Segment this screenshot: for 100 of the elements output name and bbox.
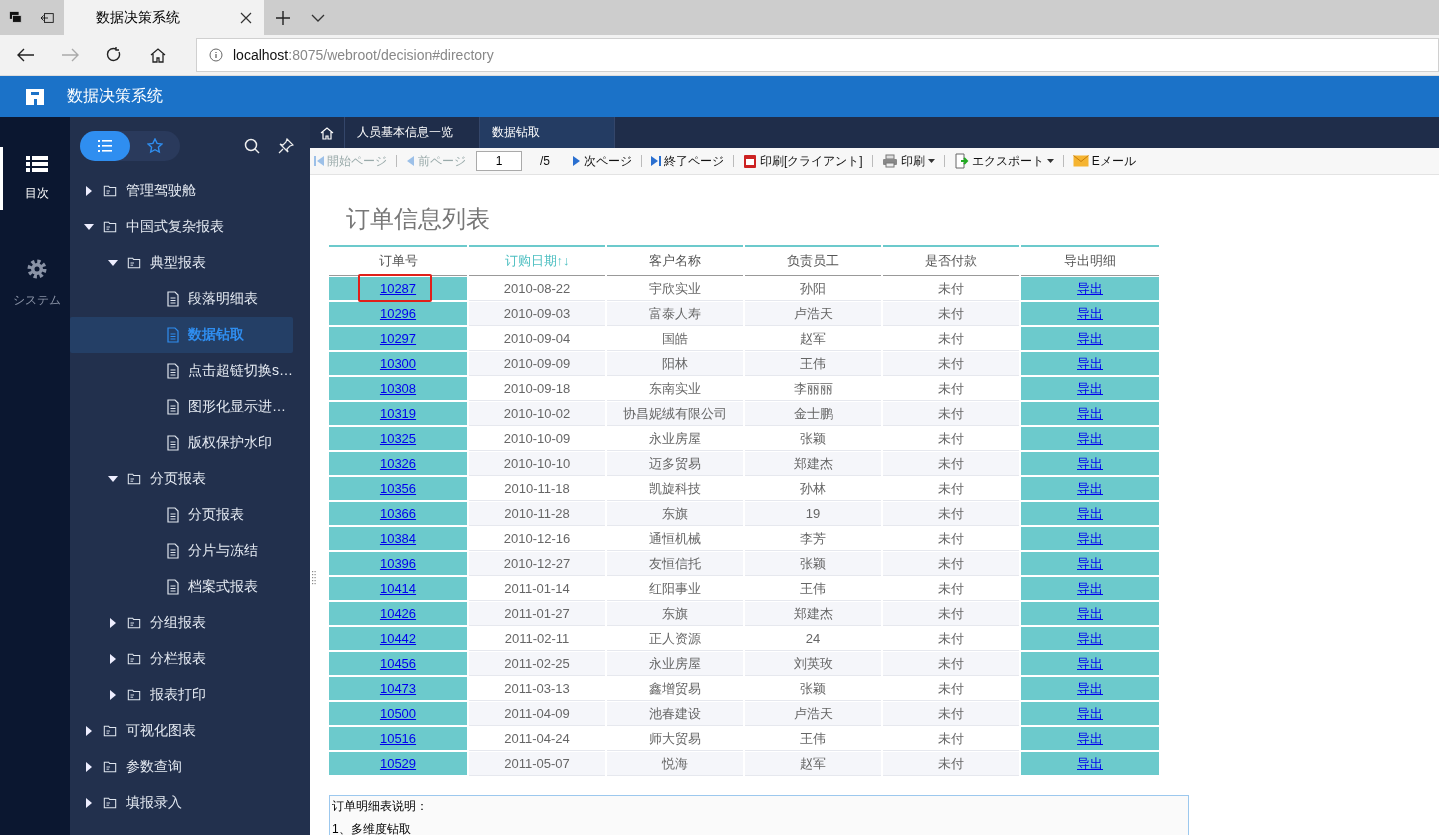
staff-cell: 孙阳 [745, 277, 881, 301]
caret-right-icon [108, 690, 118, 700]
staff-cell: 李芳 [745, 527, 881, 551]
tree-item[interactable]: 点击超链切换s… [70, 353, 293, 389]
order-link[interactable]: 10473 [379, 681, 417, 696]
export-link[interactable]: 导出 [1077, 404, 1103, 423]
tree-item[interactable]: 参数查询 [70, 749, 293, 785]
browser-tab[interactable]: 数据决策系统 [64, 0, 264, 35]
customer-cell: 池春建设 [607, 702, 743, 726]
export-link[interactable]: 导出 [1077, 529, 1103, 548]
toolbar-button[interactable]: 次ページ [570, 152, 634, 170]
folder-icon [102, 760, 118, 774]
order-link[interactable]: 10287 [379, 281, 417, 296]
date-cell: 2011-01-27 [469, 602, 605, 626]
export-link[interactable]: 导出 [1077, 554, 1103, 573]
customer-cell: 国皓 [607, 327, 743, 351]
order-link[interactable]: 10356 [379, 481, 417, 496]
export-link[interactable]: 导出 [1077, 679, 1103, 698]
payment-cell: 未付 [883, 477, 1019, 501]
export-link[interactable]: 导出 [1077, 504, 1103, 523]
order-link[interactable]: 10384 [379, 531, 417, 546]
toolbar-button[interactable]: Eメール [1070, 152, 1138, 170]
customer-cell: 东南实业 [607, 377, 743, 401]
export-link[interactable]: 导出 [1077, 429, 1103, 448]
order-link[interactable]: 10326 [379, 456, 417, 471]
export-link[interactable]: 导出 [1077, 304, 1103, 323]
toolbar-button[interactable]: 印刷[クライアント] [741, 152, 865, 170]
order-link[interactable]: 10296 [379, 306, 417, 321]
order-link[interactable]: 10319 [379, 406, 417, 421]
tree-item[interactable]: 报表打印 [70, 677, 293, 713]
order-link[interactable]: 10442 [379, 631, 417, 646]
order-link[interactable]: 10308 [379, 381, 417, 396]
export-link[interactable]: 导出 [1077, 479, 1103, 498]
tree-item[interactable]: 图形化显示进… [70, 389, 293, 425]
order-link[interactable]: 10366 [379, 506, 417, 521]
tree-item[interactable]: 段落明细表 [70, 281, 293, 317]
folder-icon [102, 184, 118, 198]
date-cell: 2010-10-10 [469, 452, 605, 476]
export-link[interactable]: 导出 [1077, 279, 1103, 298]
close-icon[interactable] [238, 11, 254, 24]
tree-item[interactable]: 典型报表 [70, 245, 293, 281]
export-link[interactable]: 导出 [1077, 704, 1103, 723]
customer-cell: 迈多贸易 [607, 452, 743, 476]
tree-item[interactable]: 分片与冻结 [70, 533, 293, 569]
order-link[interactable]: 10297 [379, 331, 417, 346]
export-link[interactable]: 导出 [1077, 754, 1103, 773]
export-link[interactable]: 导出 [1077, 354, 1103, 373]
resize-handle[interactable] [312, 571, 316, 585]
report-tab[interactable]: 数据钻取 [480, 117, 615, 148]
date-cell: 2010-09-18 [469, 377, 605, 401]
rail-item[interactable]: システム [0, 250, 70, 317]
last-page-icon [651, 155, 661, 167]
payment-cell: 未付 [883, 277, 1019, 301]
tree-item[interactable]: 管理驾驶舱 [70, 173, 293, 209]
document-icon [166, 363, 180, 379]
order-link[interactable]: 10414 [379, 581, 417, 596]
customer-cell: 东旗 [607, 602, 743, 626]
tree-item[interactable]: 分栏报表 [70, 641, 293, 677]
order-link[interactable]: 10456 [379, 656, 417, 671]
export-link[interactable]: 导出 [1077, 379, 1103, 398]
tree-item[interactable]: 分组报表 [70, 605, 293, 641]
address-field[interactable]: localhost:8075/webroot/decision#directory [196, 38, 1439, 72]
tree-item[interactable]: 填报录入 [70, 785, 293, 821]
tree-item[interactable]: 档案式报表 [70, 569, 293, 605]
page-number-field[interactable]: 1 [476, 151, 522, 171]
tree-item[interactable]: 分页报表 [70, 461, 293, 497]
tree-item[interactable]: 分页报表 [70, 497, 293, 533]
document-icon [166, 399, 180, 415]
export-link[interactable]: 导出 [1077, 579, 1103, 598]
export-link[interactable]: 导出 [1077, 654, 1103, 673]
app-title: 数据决策系统 [67, 86, 163, 106]
staff-cell: 郑建杰 [745, 602, 881, 626]
column-header: 客户名称 [607, 245, 743, 276]
tree-item[interactable]: 可视化图表 [70, 713, 293, 749]
caret-right-icon [84, 186, 94, 196]
staff-cell: 赵军 [745, 752, 881, 776]
customer-cell: 通恒机械 [607, 527, 743, 551]
printer-icon [881, 154, 898, 168]
order-link[interactable]: 10426 [379, 606, 417, 621]
tree-item[interactable]: 数据钻取 [70, 317, 293, 353]
export-link[interactable]: 导出 [1077, 329, 1103, 348]
export-link[interactable]: 导出 [1077, 729, 1103, 748]
folder-icon [102, 796, 118, 810]
order-link[interactable]: 10300 [379, 356, 417, 371]
panel-tab[interactable] [80, 131, 130, 161]
order-link[interactable]: 10516 [379, 731, 417, 746]
export-link[interactable]: 导出 [1077, 604, 1103, 623]
order-link[interactable]: 10500 [379, 706, 417, 721]
order-link[interactable]: 10396 [379, 556, 417, 571]
order-link[interactable]: 10529 [379, 756, 417, 771]
print-client-icon [743, 153, 757, 169]
toolbar-button[interactable]: 終了ページ [649, 152, 726, 170]
tree-item[interactable]: 版权保护水印 [70, 425, 293, 461]
tree-item[interactable]: 中国式复杂报表 [70, 209, 293, 245]
order-link[interactable]: 10325 [379, 431, 417, 446]
toolbar-button[interactable]: エクスポート [951, 152, 1056, 170]
page-total: /5 [539, 154, 551, 168]
toolbar-button[interactable]: 印刷 [879, 152, 937, 170]
export-link[interactable]: 导出 [1077, 629, 1103, 648]
export-link[interactable]: 导出 [1077, 454, 1103, 473]
